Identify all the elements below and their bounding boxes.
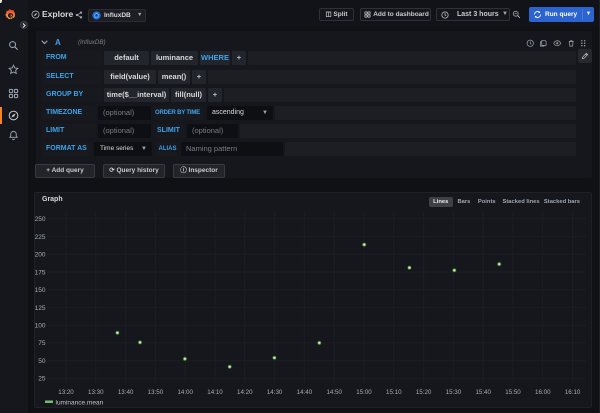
svg-text:16:00: 16:00 bbox=[535, 389, 551, 396]
svg-text:luminance.mean: luminance.mean bbox=[56, 400, 104, 407]
svg-text:14:40: 14:40 bbox=[297, 389, 313, 396]
svg-text:175: 175 bbox=[35, 269, 46, 276]
svg-text:13:40: 13:40 bbox=[118, 389, 134, 396]
svg-text:75: 75 bbox=[38, 340, 46, 347]
svg-text:200: 200 bbox=[35, 252, 46, 259]
svg-text:15:40: 15:40 bbox=[475, 389, 491, 396]
svg-text:14:30: 14:30 bbox=[267, 389, 283, 396]
svg-text:15:30: 15:30 bbox=[446, 389, 462, 396]
svg-text:15:50: 15:50 bbox=[505, 389, 521, 396]
svg-text:14:00: 14:00 bbox=[177, 389, 193, 396]
svg-text:13:30: 13:30 bbox=[88, 389, 104, 396]
svg-text:16:10: 16:10 bbox=[565, 389, 581, 396]
svg-text:225: 225 bbox=[35, 234, 46, 241]
svg-text:25: 25 bbox=[38, 376, 46, 383]
svg-text:13:50: 13:50 bbox=[148, 389, 164, 396]
svg-text:14:50: 14:50 bbox=[326, 389, 342, 396]
svg-text:250: 250 bbox=[35, 216, 46, 223]
svg-text:15:20: 15:20 bbox=[416, 389, 432, 396]
svg-text:14:10: 14:10 bbox=[207, 389, 223, 396]
svg-text:125: 125 bbox=[35, 305, 46, 312]
svg-text:50: 50 bbox=[38, 358, 46, 365]
svg-text:150: 150 bbox=[35, 287, 46, 294]
svg-text:15:00: 15:00 bbox=[356, 389, 372, 396]
svg-text:100: 100 bbox=[35, 323, 46, 330]
svg-text:13:20: 13:20 bbox=[58, 389, 74, 396]
svg-text:14:20: 14:20 bbox=[237, 389, 253, 396]
svg-text:15:10: 15:10 bbox=[386, 389, 402, 396]
